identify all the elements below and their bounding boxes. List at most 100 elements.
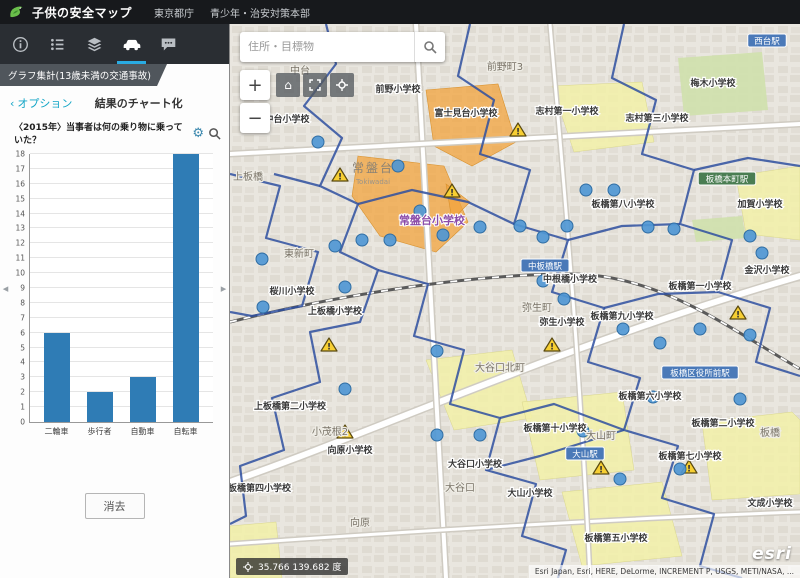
map-label: 板橋第二小学校 — [691, 417, 755, 429]
map-label: 板橋第八小学校 — [591, 198, 655, 210]
station-badge-label: 板橋区役所前駅 — [670, 368, 730, 379]
zoom-in-button[interactable]: + — [240, 70, 270, 100]
incident-marker[interactable] — [558, 293, 570, 305]
chart-bars — [30, 154, 213, 422]
y-tick-label: 7 — [20, 313, 25, 322]
x-tick-label: 自転車 — [173, 426, 199, 437]
incident-marker[interactable] — [734, 393, 746, 405]
y-tick-label: 5 — [20, 343, 25, 352]
incident-marker[interactable] — [437, 229, 449, 241]
tool-legend[interactable] — [39, 24, 76, 64]
bar-歩行者 — [87, 392, 113, 422]
x-tick-label: 二輪車 — [44, 426, 70, 437]
icon-toolbar — [0, 24, 229, 64]
chart-y-axis: 0123456789101112131415161718 — [11, 154, 29, 422]
link-tokyo-metro[interactable]: 東京都庁 — [154, 5, 194, 20]
station-badge-label: 板橋本町駅 — [706, 174, 749, 185]
map-label: 中根橋小学校 — [543, 273, 598, 285]
top-bar: 子供の安全マップ 東京都庁 青少年・治安対策本部 — [0, 0, 800, 24]
search-button[interactable] — [414, 32, 445, 62]
y-tick-label: 2 — [20, 388, 25, 397]
incident-marker[interactable] — [474, 221, 486, 233]
incident-marker[interactable] — [744, 230, 756, 242]
y-tick-label: 10 — [15, 269, 25, 278]
map-label: 大谷口小学校 — [448, 458, 503, 470]
incident-marker[interactable] — [329, 240, 341, 252]
chart-prev-arrow[interactable]: ◂ — [0, 154, 11, 422]
incident-marker[interactable] — [339, 281, 351, 293]
map-label: 桜川小学校 — [269, 285, 315, 297]
map-label: 大山小学校 — [507, 487, 553, 499]
map-label: 小茂根2 — [312, 425, 348, 438]
y-tick-label: 15 — [15, 194, 25, 203]
chat-bubble-icon — [160, 36, 177, 53]
incident-marker[interactable] — [474, 429, 486, 441]
incident-marker[interactable] — [744, 329, 756, 341]
incident-marker[interactable] — [256, 253, 268, 265]
search-input[interactable] — [240, 41, 414, 53]
incident-marker[interactable] — [654, 337, 666, 349]
y-tick-label: 1 — [20, 403, 25, 412]
locate-button[interactable] — [330, 73, 354, 97]
station-badge-label: 中板橋駅 — [528, 261, 563, 272]
incident-marker[interactable] — [514, 220, 526, 232]
tool-traffic-accidents[interactable] — [113, 24, 150, 64]
incident-marker[interactable] — [339, 383, 351, 395]
map-search-box — [240, 32, 445, 62]
incident-marker[interactable] — [431, 345, 443, 357]
incident-marker[interactable] — [617, 323, 629, 335]
x-tick-label: 歩行者 — [87, 426, 113, 437]
link-safety-bureau[interactable]: 青少年・治安対策本部 — [210, 5, 310, 20]
incident-marker[interactable] — [674, 463, 686, 475]
y-tick-label: 3 — [20, 373, 25, 382]
panel-subtitle: 結果のチャート化 — [72, 95, 219, 111]
incident-marker[interactable] — [257, 301, 269, 313]
incident-marker[interactable] — [614, 473, 626, 485]
map-label: 弥生町 — [522, 301, 552, 314]
y-tick-label: 18 — [15, 150, 25, 159]
crosshair-icon — [243, 562, 253, 572]
clear-button[interactable]: 消去 — [85, 493, 145, 519]
map-attribution: Esri Japan, Esri, HERE, DeLorme, INCREME… — [529, 565, 800, 578]
incident-marker[interactable] — [694, 323, 706, 335]
x-tick-label: 自動車 — [130, 426, 156, 437]
map-label: 中台小学校 — [264, 113, 310, 125]
tool-layers[interactable] — [76, 24, 113, 64]
map-canvas[interactable]: !!!!!!!!! 前野町3前野小学校中台小学校中台富士見台小学校志村第一小学校… — [230, 24, 800, 578]
chart-next-arrow[interactable]: ▸ — [218, 154, 229, 422]
y-tick-label: 16 — [15, 179, 25, 188]
full-extent-button[interactable] — [303, 73, 327, 97]
tool-comments[interactable] — [150, 24, 187, 64]
incident-marker[interactable] — [356, 234, 368, 246]
options-back-link[interactable]: ‹ オプション — [10, 95, 72, 111]
map-label: 加賀小学校 — [736, 198, 783, 210]
incident-marker[interactable] — [537, 231, 549, 243]
incident-marker[interactable] — [384, 234, 396, 246]
map-label: 板橋第十小学校 — [523, 422, 587, 434]
map-mini-tools: ⌂ — [276, 73, 354, 97]
map-label: 志村第三小学校 — [625, 112, 689, 124]
incident-marker[interactable] — [608, 184, 620, 196]
chart-zoom-icon[interactable] — [208, 127, 221, 140]
y-tick-label: 6 — [20, 328, 25, 337]
incident-marker[interactable] — [580, 184, 592, 196]
station-badge-label: 大山駅 — [572, 449, 598, 460]
map-label: Tokiwadai — [355, 178, 390, 186]
home-extent-button[interactable]: ⌂ — [276, 73, 300, 97]
incident-marker[interactable] — [756, 247, 768, 259]
gear-icon[interactable]: ⚙ — [192, 127, 204, 140]
incident-marker[interactable] — [312, 136, 324, 148]
incident-marker[interactable] — [642, 221, 654, 233]
map-label: 大谷口 — [445, 481, 475, 494]
zoom-out-button[interactable]: − — [240, 103, 270, 133]
map-label: 常盤台 — [352, 160, 394, 175]
incident-marker[interactable] — [431, 429, 443, 441]
map-label: 上板橋 — [233, 170, 263, 183]
map-label: 上板橋第二小学校 — [254, 400, 327, 412]
panel-tab-title: グラフ集計(13歳未満の交通事故) — [0, 64, 167, 86]
tool-info[interactable] — [2, 24, 39, 64]
station-badge-label: 西台駅 — [754, 36, 780, 47]
incident-marker[interactable] — [561, 220, 573, 232]
incident-marker[interactable] — [668, 223, 680, 235]
map-label: 志村第一小学校 — [535, 105, 599, 117]
